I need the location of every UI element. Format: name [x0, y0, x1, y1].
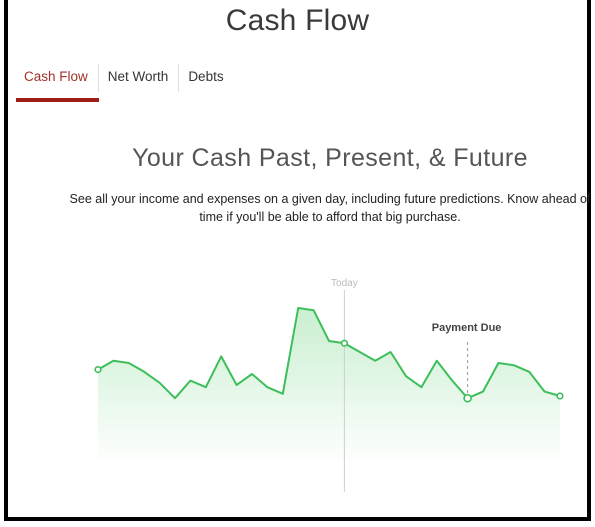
tab-net-worth[interactable]: Net Worth	[97, 60, 179, 96]
data-point-30[interactable]	[556, 392, 564, 400]
data-point-0[interactable]	[94, 366, 102, 374]
page-title: Cash Flow	[225, 4, 370, 37]
tab-bar: Cash Flow Net Worth Debts	[14, 60, 234, 102]
data-point-16[interactable]	[340, 339, 349, 347]
data-point-24[interactable]	[463, 393, 472, 403]
tab-debts[interactable]: Debts	[178, 60, 233, 96]
hero-description: See all your income and expenses on a gi…	[69, 192, 591, 224]
tab-cash-flow[interactable]: Cash Flow	[14, 60, 99, 102]
hero-title: Your Cash Past, Present, & Future	[132, 144, 528, 172]
